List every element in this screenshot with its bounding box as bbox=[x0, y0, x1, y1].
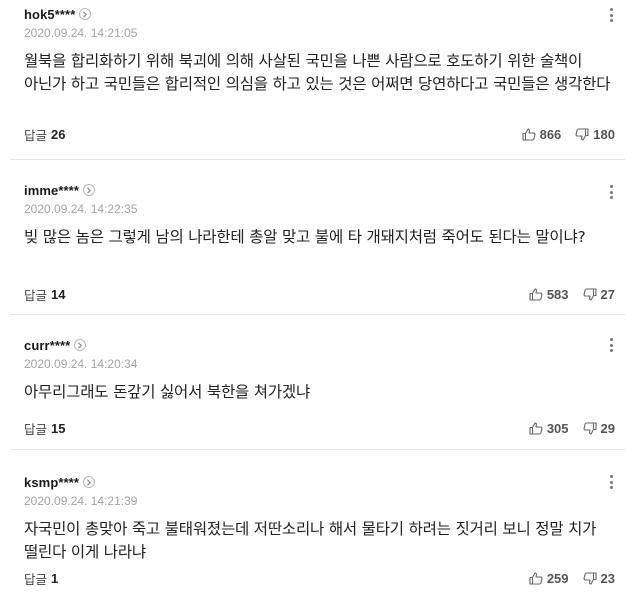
reply-button[interactable]: 답글 1 bbox=[24, 569, 58, 588]
thumbs-down-icon bbox=[583, 421, 597, 435]
dislike-count: 29 bbox=[600, 420, 615, 436]
more-options-icon[interactable] bbox=[605, 184, 617, 200]
comment-text: 아무리그래도 돈갚기 싫어서 북한을 쳐가겠냐 bbox=[24, 383, 311, 401]
thumbs-up-icon bbox=[522, 127, 536, 141]
more-options-icon[interactable] bbox=[605, 474, 617, 490]
thumbs-up-icon bbox=[529, 571, 543, 585]
comment-header: imme**** bbox=[24, 182, 623, 198]
dislike-button[interactable]: 180 bbox=[575, 127, 615, 142]
reply-button[interactable]: 답글 14 bbox=[24, 285, 65, 304]
like-button[interactable]: 305 bbox=[529, 421, 569, 436]
comment-item: curr**** 2020.09.24. 14:20:34 아무리그래도 돈갚기… bbox=[0, 315, 633, 450]
like-count: 866 bbox=[539, 126, 562, 142]
thumbs-down-icon bbox=[583, 287, 597, 301]
comment-footer: 답글 26 866 180 bbox=[24, 125, 615, 143]
comment-timestamp: 2020.09.24. 14:20:34 bbox=[24, 357, 138, 371]
like-button[interactable]: 866 bbox=[522, 126, 562, 142]
reply-label: 답글 bbox=[24, 421, 48, 437]
thumbs-up-icon bbox=[529, 287, 543, 301]
comment-header: ksmp**** bbox=[24, 474, 623, 490]
chevron-right-icon[interactable] bbox=[83, 476, 95, 488]
reply-count: 26 bbox=[51, 126, 66, 142]
like-button[interactable]: 259 bbox=[529, 571, 569, 586]
thumbs-down-icon bbox=[575, 127, 589, 141]
comment-text: 빚 많은 놈은 그렇게 남의 나라한테 총알 맞고 불에 타 개돼지처럼 죽어도… bbox=[24, 228, 586, 246]
vote-buttons: 259 23 bbox=[529, 571, 615, 586]
thumbs-up-icon bbox=[529, 421, 543, 435]
reply-label: 답글 bbox=[24, 287, 48, 303]
reply-count: 1 bbox=[51, 570, 59, 586]
comment-timestamp: 2020.09.24. 14:21:05 bbox=[24, 26, 138, 40]
chevron-right-icon[interactable] bbox=[79, 8, 92, 20]
comment-timestamp: 2020.09.24. 14:22:35 bbox=[24, 202, 138, 216]
comment-header: curr**** bbox=[24, 337, 623, 353]
dislike-button[interactable]: 27 bbox=[583, 287, 615, 302]
comment-footer: 답글 15 305 29 bbox=[24, 419, 615, 437]
reply-button[interactable]: 답글 26 bbox=[24, 125, 65, 144]
comment-list: hok5**** 2020.09.24. 14:21:05 월북을 합리화하기 … bbox=[0, 0, 633, 600]
more-options-icon[interactable] bbox=[605, 7, 617, 23]
vote-buttons: 583 27 bbox=[529, 287, 615, 302]
reply-count: 15 bbox=[51, 420, 66, 436]
comment-footer: 답글 1 259 23 bbox=[24, 569, 615, 587]
vote-buttons: 305 29 bbox=[529, 421, 615, 436]
username[interactable]: curr**** bbox=[24, 338, 70, 353]
username[interactable]: imme**** bbox=[24, 183, 79, 198]
like-count: 583 bbox=[546, 286, 569, 302]
chevron-right-icon[interactable] bbox=[83, 184, 95, 196]
comment-timestamp: 2020.09.24. 14:21:39 bbox=[24, 494, 138, 508]
username[interactable]: hok5**** bbox=[24, 7, 75, 22]
comment-text: 월북을 합리화하기 위해 북괴에 의해 사살된 국민을 나쁜 사람으로 호도하기… bbox=[24, 52, 611, 93]
comment-footer: 답글 14 583 27 bbox=[24, 285, 615, 303]
username[interactable]: ksmp**** bbox=[24, 475, 79, 490]
comment-text: 자국민이 총맞아 죽고 불태워졌는데 저딴소리나 해서 물타기 하려는 짓거리 … bbox=[24, 520, 597, 561]
dislike-count: 27 bbox=[600, 286, 615, 302]
reply-label: 답글 bbox=[24, 571, 48, 587]
like-count: 305 bbox=[546, 420, 569, 436]
reply-count: 14 bbox=[51, 286, 66, 302]
more-options-icon[interactable] bbox=[605, 337, 617, 353]
dislike-count: 23 bbox=[600, 570, 615, 586]
like-button[interactable]: 583 bbox=[529, 287, 569, 302]
vote-buttons: 866 180 bbox=[522, 127, 615, 142]
reply-label: 답글 bbox=[24, 127, 48, 143]
reply-button[interactable]: 답글 15 bbox=[24, 419, 65, 438]
dislike-count: 180 bbox=[593, 126, 615, 142]
comment-item: ksmp**** 2020.09.24. 14:21:39 자국민이 총맞아 죽… bbox=[0, 450, 633, 600]
comment-item: imme**** 2020.09.24. 14:22:35 빚 많은 놈은 그렇… bbox=[0, 160, 633, 315]
comment-header: hok5**** bbox=[24, 6, 623, 22]
like-count: 259 bbox=[546, 570, 569, 586]
thumbs-down-icon bbox=[583, 571, 597, 585]
dislike-button[interactable]: 29 bbox=[583, 421, 615, 436]
chevron-right-icon[interactable] bbox=[74, 339, 87, 351]
comment-item: hok5**** 2020.09.24. 14:21:05 월북을 합리화하기 … bbox=[0, 0, 633, 160]
dislike-button[interactable]: 23 bbox=[583, 571, 615, 586]
